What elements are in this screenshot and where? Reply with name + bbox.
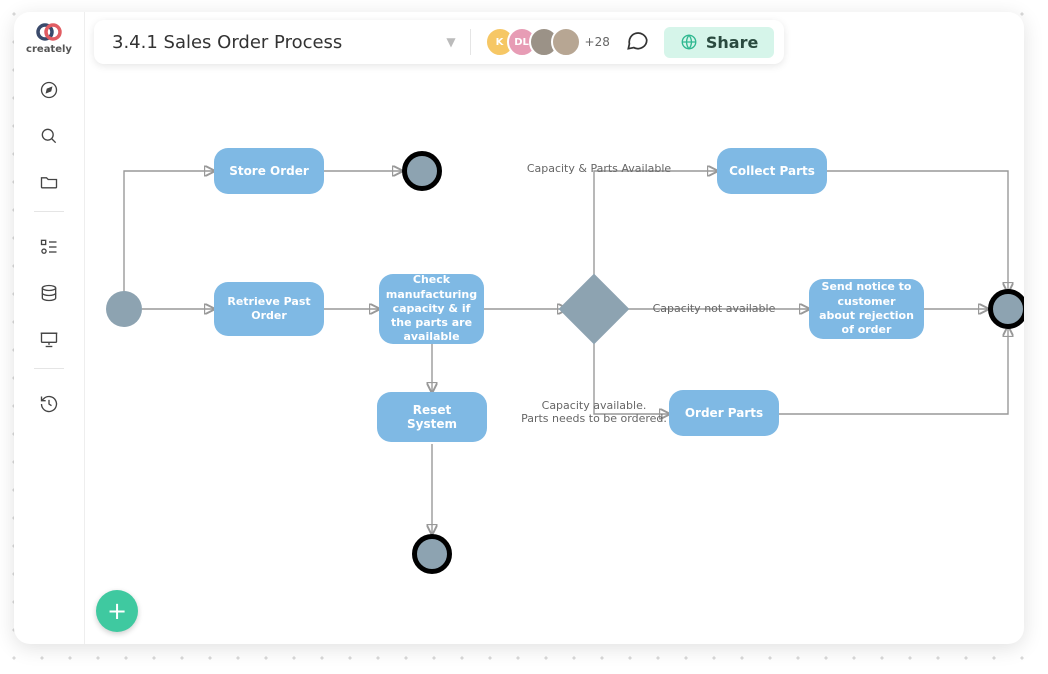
avatar[interactable] [551, 27, 581, 57]
left-toolbar: creately [14, 12, 85, 644]
end-event[interactable] [412, 534, 452, 574]
end-event[interactable] [988, 289, 1024, 329]
compass-icon[interactable] [30, 71, 68, 109]
present-icon[interactable] [30, 320, 68, 358]
history-icon[interactable] [30, 385, 68, 423]
diagram-canvas[interactable]: Store Order Retrieve Past Order Check ma… [84, 74, 1024, 644]
brand-logo[interactable]: creately [26, 22, 72, 55]
task-check-capacity[interactable]: Check manufacturing capacity & if the pa… [379, 274, 484, 344]
rail-separator [34, 211, 64, 212]
collaborator-avatars[interactable]: K DL +28 [485, 27, 610, 57]
document-title[interactable]: 3.4.1 Sales Order Process [112, 32, 432, 53]
end-event[interactable] [402, 151, 442, 191]
share-label: Share [706, 33, 758, 52]
edge-label: Capacity not available [649, 302, 779, 315]
plus-icon: + [107, 597, 127, 625]
share-button[interactable]: Share [664, 27, 774, 58]
top-bar: 3.4.1 Sales Order Process ▼ K DL +28 Sha… [94, 20, 784, 64]
task-order-parts[interactable]: Order Parts [669, 390, 779, 436]
avatar-overflow[interactable]: +28 [585, 35, 610, 49]
edge-label: Capacity available. Parts needs to be or… [509, 399, 679, 425]
task-send-notice[interactable]: Send notice to customer about rejection … [809, 279, 924, 339]
decision-gateway[interactable] [559, 274, 630, 345]
start-event[interactable] [106, 291, 142, 327]
chat-icon[interactable] [624, 27, 650, 57]
task-collect-parts[interactable]: Collect Parts [717, 148, 827, 194]
task-store-order[interactable]: Store Order [214, 148, 324, 194]
edge-label: Capacity & Parts Available [514, 162, 684, 175]
app-window: creately [14, 12, 1024, 644]
shapes-icon[interactable] [30, 228, 68, 266]
rail-separator [34, 368, 64, 369]
add-fab-button[interactable]: + [96, 590, 138, 632]
database-icon[interactable] [30, 274, 68, 312]
task-retrieve-past-order[interactable]: Retrieve Past Order [214, 282, 324, 336]
title-dropdown-icon[interactable]: ▼ [446, 35, 455, 49]
brand-label: creately [26, 44, 72, 55]
folder-icon[interactable] [30, 163, 68, 201]
search-icon[interactable] [30, 117, 68, 155]
task-reset-system[interactable]: Reset System [377, 392, 487, 442]
separator [470, 29, 471, 55]
